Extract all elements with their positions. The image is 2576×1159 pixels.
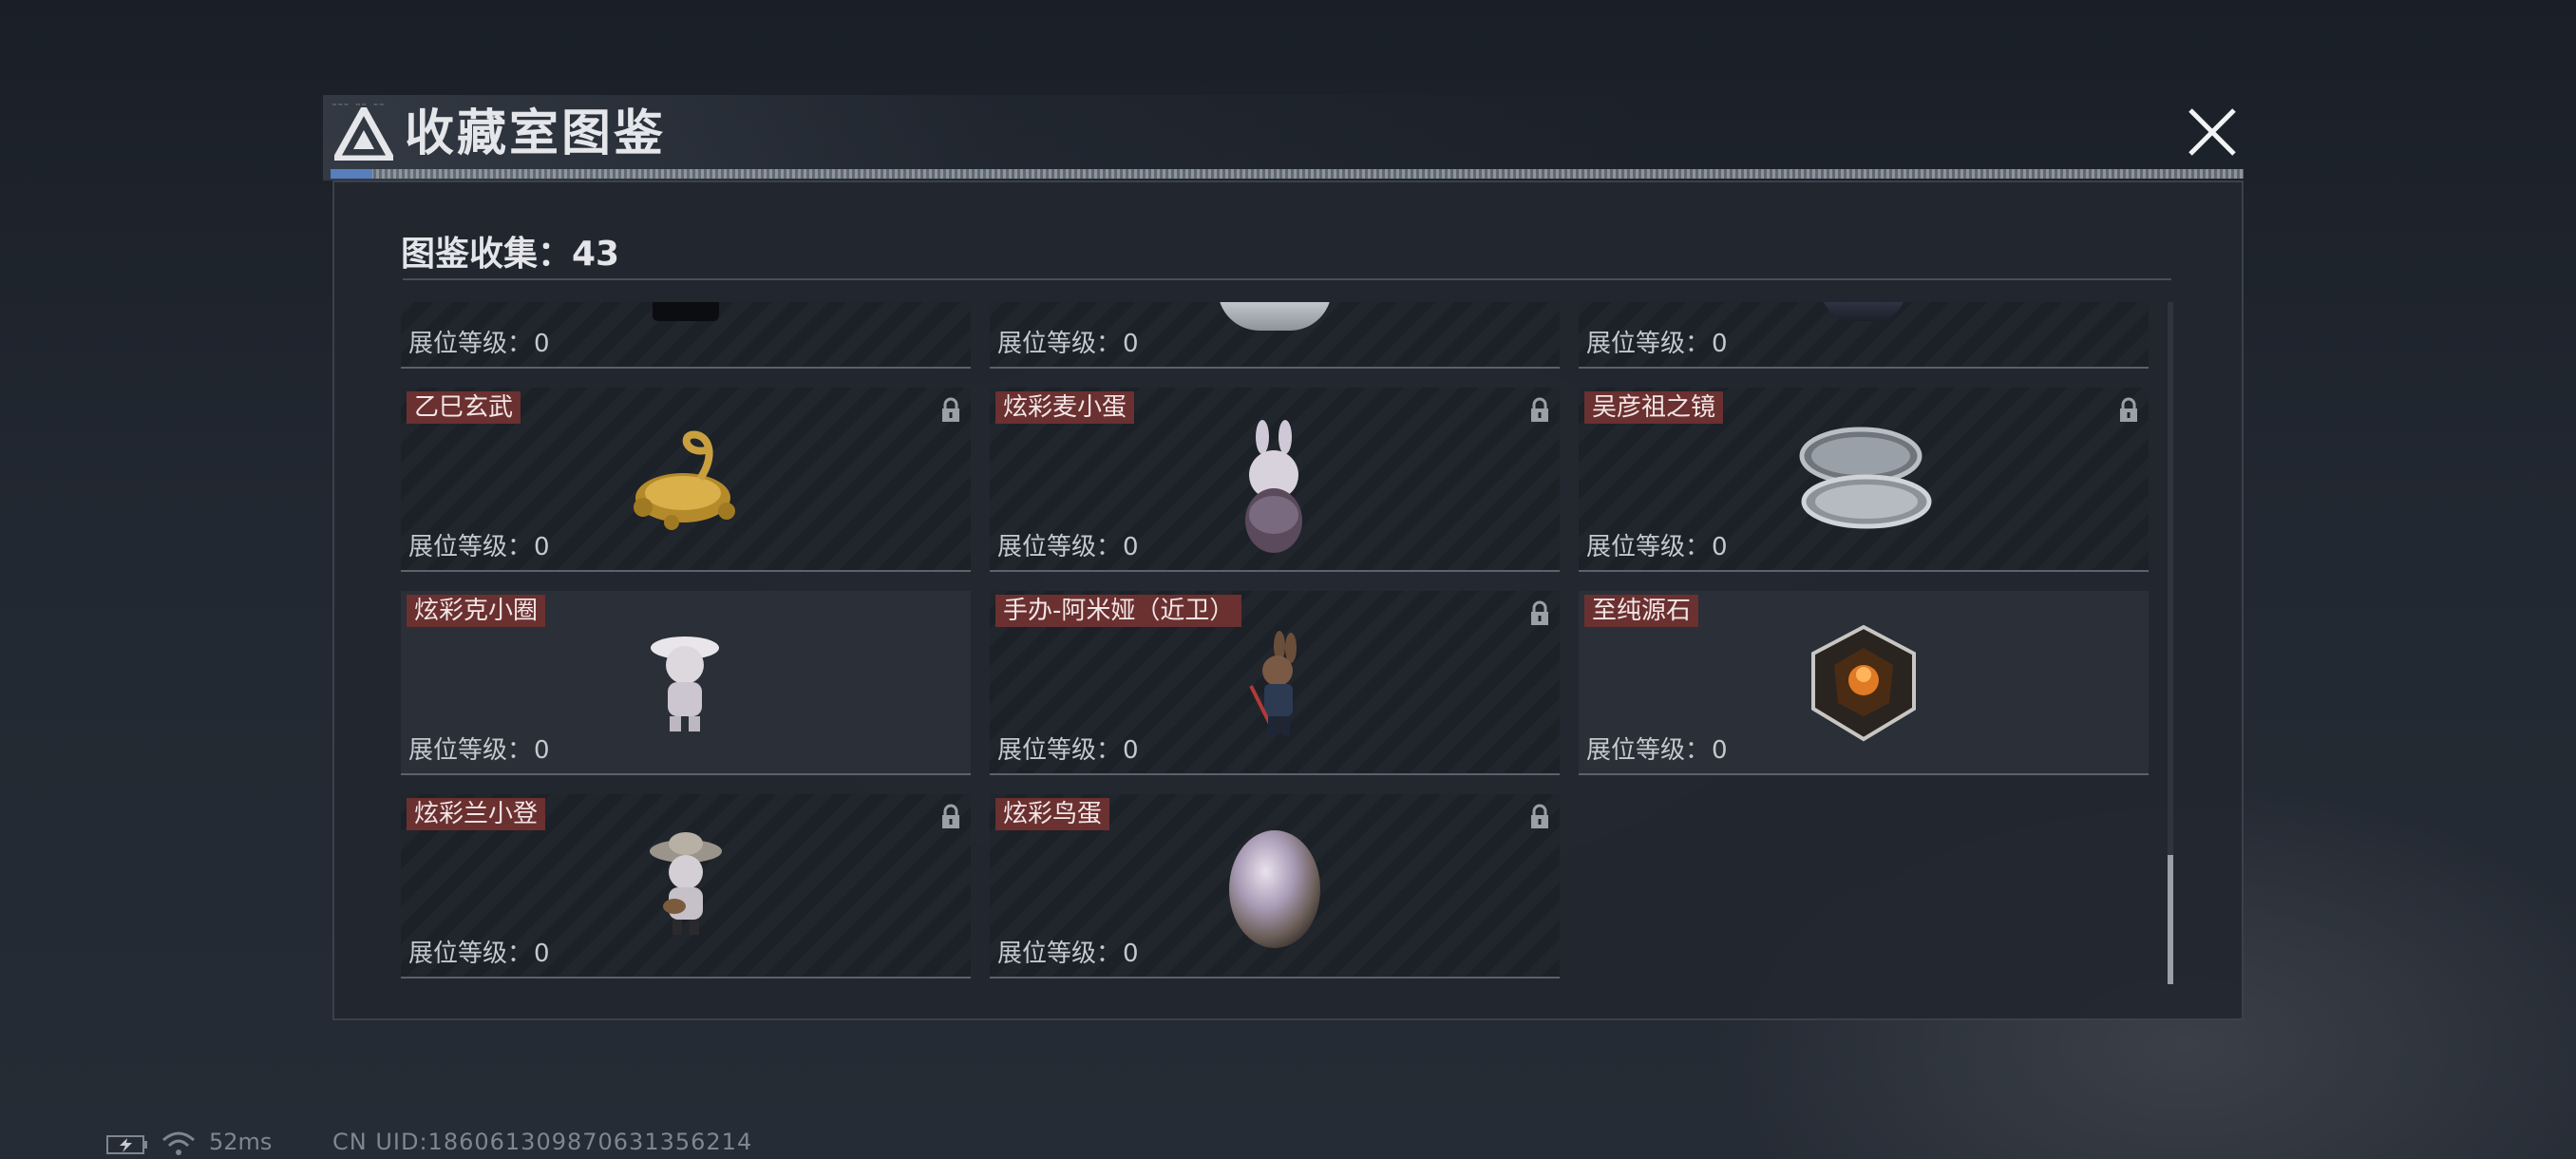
grid-card[interactable]: 乙巳玄武 展位等级：0	[401, 388, 971, 572]
iridescent-egg-icon	[1229, 830, 1320, 948]
grid-card[interactable]: 展位等级：0	[1579, 302, 2149, 369]
grid-card[interactable]: 展位等级：0	[990, 302, 1560, 369]
level-text: 展位等级：0	[997, 940, 1139, 968]
wifi-icon	[162, 1131, 195, 1155]
lock-icon	[1531, 804, 1548, 828]
item-name-tag: 至纯源石	[1584, 595, 1699, 627]
golden-dragon-turtle-icon	[634, 430, 735, 530]
grid-card[interactable]: 炫彩鸟蛋 展位等级：0	[990, 794, 1560, 978]
close-icon[interactable]	[2183, 103, 2242, 162]
scrollbar-thumb[interactable]	[2168, 855, 2173, 984]
grid-card[interactable]: 手办-阿米娅（近卫） 展位等级：0	[990, 591, 1560, 775]
lock-icon	[942, 804, 959, 828]
level-text: 展位等级：0	[408, 533, 550, 561]
grid-card[interactable]: 吴彦祖之镜 展位等级：0	[1579, 388, 2149, 572]
grid-card[interactable]: 炫彩兰小登 展位等级：0	[401, 794, 971, 978]
grid-card[interactable]: 炫彩克小圈 展位等级：0	[401, 591, 971, 775]
level-text: 展位等级：0	[997, 736, 1139, 765]
level-text: 展位等级：0	[997, 533, 1139, 561]
item-name-tag: 乙巳玄武	[407, 391, 521, 424]
originium-crystal-icon	[1811, 624, 1916, 742]
item-name-tag: 炫彩麦小蛋	[995, 391, 1135, 424]
item-name-tag: 手办-阿米娅（近卫）	[995, 595, 1242, 627]
battery-icon	[106, 1135, 147, 1154]
ping-text: 52ms	[209, 1129, 273, 1155]
level-text: 展位等级：0	[1586, 330, 1728, 358]
item-grid[interactable]: 展位等级：0 展位等级：0 展位等级：0 乙巳玄武 展位等级：0 炫彩麦小蛋 展…	[401, 302, 2158, 986]
header-divider	[331, 169, 2244, 179]
lock-icon	[1531, 600, 1548, 625]
level-text: 展位等级：0	[1586, 533, 1728, 561]
bunny-egg-figure-icon	[1245, 420, 1302, 553]
item-name-tag: 炫彩兰小登	[407, 798, 546, 830]
item-art	[653, 302, 719, 321]
item-art	[1218, 302, 1332, 331]
item-name-tag: 炫彩鸟蛋	[995, 798, 1110, 830]
lock-icon	[2120, 397, 2137, 422]
sombrero-figure-icon	[650, 832, 722, 935]
level-text: 展位等级：0	[408, 940, 550, 968]
hat-figure-icon	[651, 636, 719, 732]
item-art	[1821, 302, 1906, 321]
count-divider	[403, 278, 2171, 280]
grid-card[interactable]: 至纯源石 展位等级：0	[1579, 591, 2149, 775]
lock-icon	[942, 397, 959, 422]
level-text: 展位等级：0	[1586, 736, 1728, 765]
item-name-tag: 吴彦祖之镜	[1584, 391, 1724, 424]
collection-count: 图鉴收集：43	[401, 235, 620, 274]
level-text: 展位等级：0	[997, 330, 1139, 358]
item-name-tag: 炫彩克小圈	[407, 595, 546, 627]
amiya-figure-icon	[1249, 631, 1297, 735]
uid-text: CN UID:186061309870631356214	[332, 1129, 753, 1155]
level-text: 展位等级：0	[408, 736, 550, 765]
lock-icon	[1531, 397, 1548, 422]
grid-card[interactable]: 炫彩麦小蛋 展位等级：0	[990, 388, 1560, 572]
logo-icon	[334, 107, 393, 161]
compact-mirror-icon	[1799, 427, 1932, 529]
page-title: 收藏室图鉴	[405, 105, 667, 162]
grid-card[interactable]: 展位等级：0	[401, 302, 971, 369]
level-text: 展位等级：0	[408, 330, 550, 358]
